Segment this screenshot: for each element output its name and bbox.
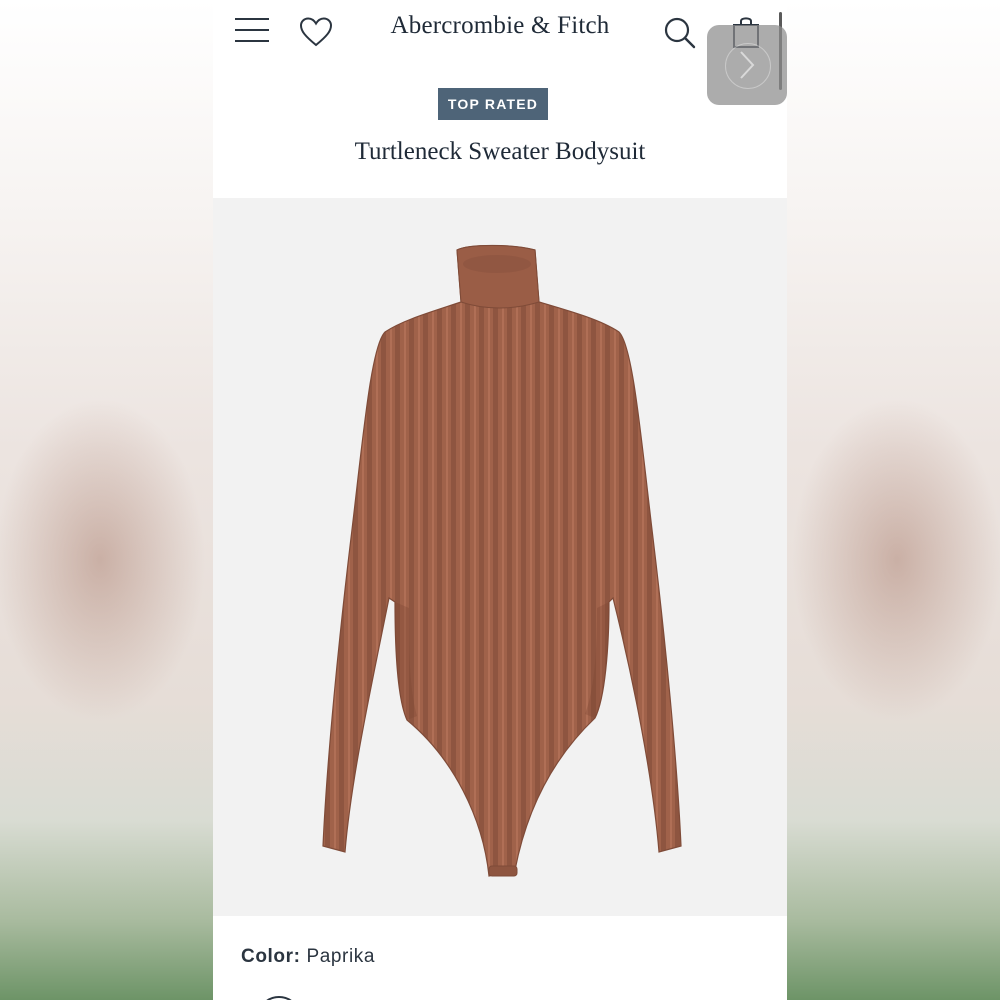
phone-screen: Abercrombie & Fitch TOP RATED Turtleneck…	[213, 0, 787, 1000]
search-icon[interactable]	[663, 16, 697, 50]
heart-icon[interactable]	[299, 16, 333, 48]
top-rated-badge: TOP RATED	[438, 88, 548, 120]
blurred-backdrop-right	[787, 0, 1000, 1000]
hamburger-menu-icon[interactable]	[235, 18, 269, 46]
product-details: Color: Paprika	[213, 916, 787, 1000]
top-nav-bar: Abercrombie & Fitch	[213, 0, 787, 90]
brand-logo[interactable]: Abercrombie & Fitch	[363, 12, 637, 40]
color-selector-label: Color: Paprika	[241, 946, 375, 968]
product-title: Turtleneck Sweater Bodysuit	[354, 138, 646, 165]
color-value: Paprika	[306, 946, 376, 967]
ribbed-turtleneck-bodysuit-image[interactable]	[213, 198, 787, 916]
floating-next-button[interactable]	[707, 25, 787, 105]
blurred-backdrop-left	[0, 0, 213, 1000]
chevron-right-icon	[740, 51, 755, 79]
color-swatch[interactable]	[257, 996, 301, 1000]
color-label: Color:	[241, 946, 301, 967]
